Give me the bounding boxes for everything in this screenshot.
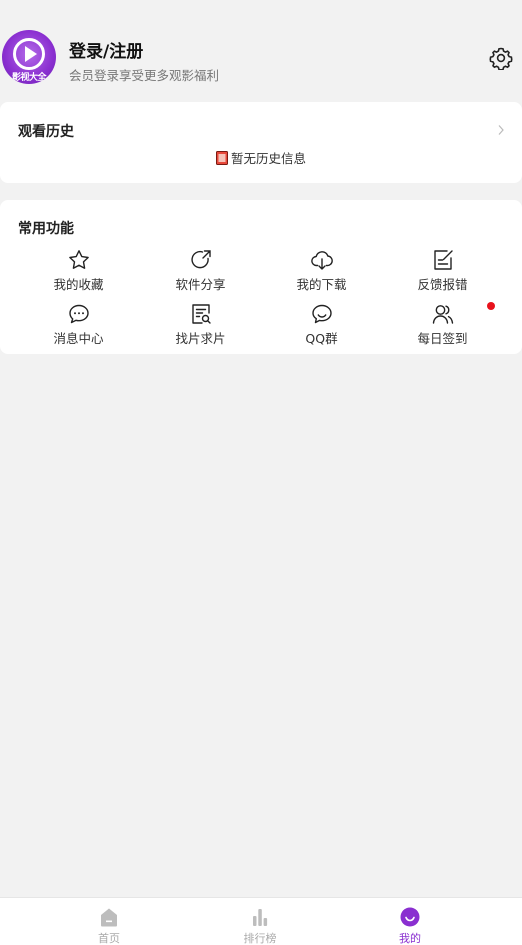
tab-home[interactable]: 首页 (69, 906, 149, 945)
request-movie-button[interactable]: 找片求片 (140, 302, 261, 352)
play-icon (25, 46, 37, 62)
bar-chart-icon (253, 909, 268, 926)
tab-mine-label: 我的 (399, 932, 421, 945)
share-icon (190, 250, 211, 269)
users-icon (432, 305, 453, 324)
share-app-button[interactable]: 软件分享 (140, 248, 261, 298)
favorites-button[interactable]: 我的收藏 (18, 248, 139, 298)
request-movie-label: 找片求片 (175, 331, 226, 346)
history-empty-state: 暂无历史信息 (0, 148, 522, 167)
message-center-button[interactable]: 消息中心 (18, 302, 139, 352)
qq-group-button[interactable]: QQ群 (261, 302, 382, 352)
login-register-link[interactable]: 登录/注册 (69, 37, 143, 62)
notification-badge (487, 302, 495, 310)
tab-home-label: 首页 (98, 932, 120, 945)
downloads-label: 我的下载 (296, 277, 347, 292)
avatar-brand-text: 影视大全 (11, 73, 47, 83)
tab-mine[interactable]: 我的 (370, 906, 450, 945)
tab-ranking[interactable]: 排行榜 (220, 906, 300, 945)
avatar[interactable]: 影视大全 (2, 30, 56, 84)
login-subtitle: 会员登录享受更多观影福利 (69, 68, 220, 83)
qq-group-label: QQ群 (305, 331, 338, 346)
chevron-right-icon[interactable] (496, 124, 506, 136)
book-icon (215, 151, 228, 165)
search-document-icon (191, 304, 211, 324)
star-icon (68, 250, 89, 269)
share-app-label: 软件分享 (175, 277, 226, 292)
feedback-button[interactable]: 反馈报错 (382, 248, 503, 298)
watch-history-title: 观看历史 (18, 124, 74, 140)
message-center-label: 消息中心 (53, 331, 104, 346)
smile-icon (400, 907, 420, 927)
watch-history-card[interactable]: 观看历史 暂无历史信息 (0, 102, 522, 183)
daily-checkin-label: 每日签到 (417, 331, 468, 346)
feedback-label: 反馈报错 (417, 277, 468, 292)
history-empty-text: 暂无历史信息 (230, 151, 306, 166)
settings-gear-icon[interactable] (489, 46, 513, 70)
cloud-download-icon (310, 251, 333, 270)
home-icon (101, 908, 117, 927)
message-icon (68, 304, 89, 324)
chat-icon (311, 304, 332, 324)
feedback-icon (433, 250, 453, 270)
tab-ranking-label: 排行榜 (243, 932, 277, 945)
daily-checkin-button[interactable]: 每日签到 (382, 302, 503, 352)
bottom-tab-bar: 首页 排行榜 我的 (0, 897, 522, 945)
common-functions-title: 常用功能 (18, 221, 74, 237)
favorites-label: 我的收藏 (53, 277, 104, 292)
common-functions-card: 常用功能 我的收藏 软件分享 我的下载 反馈报错 消息中心 找片求片 QQ群 每… (0, 200, 522, 354)
downloads-button[interactable]: 我的下载 (261, 248, 382, 298)
profile-header: 影视大全 登录/注册 会员登录享受更多观影福利 (0, 0, 522, 100)
